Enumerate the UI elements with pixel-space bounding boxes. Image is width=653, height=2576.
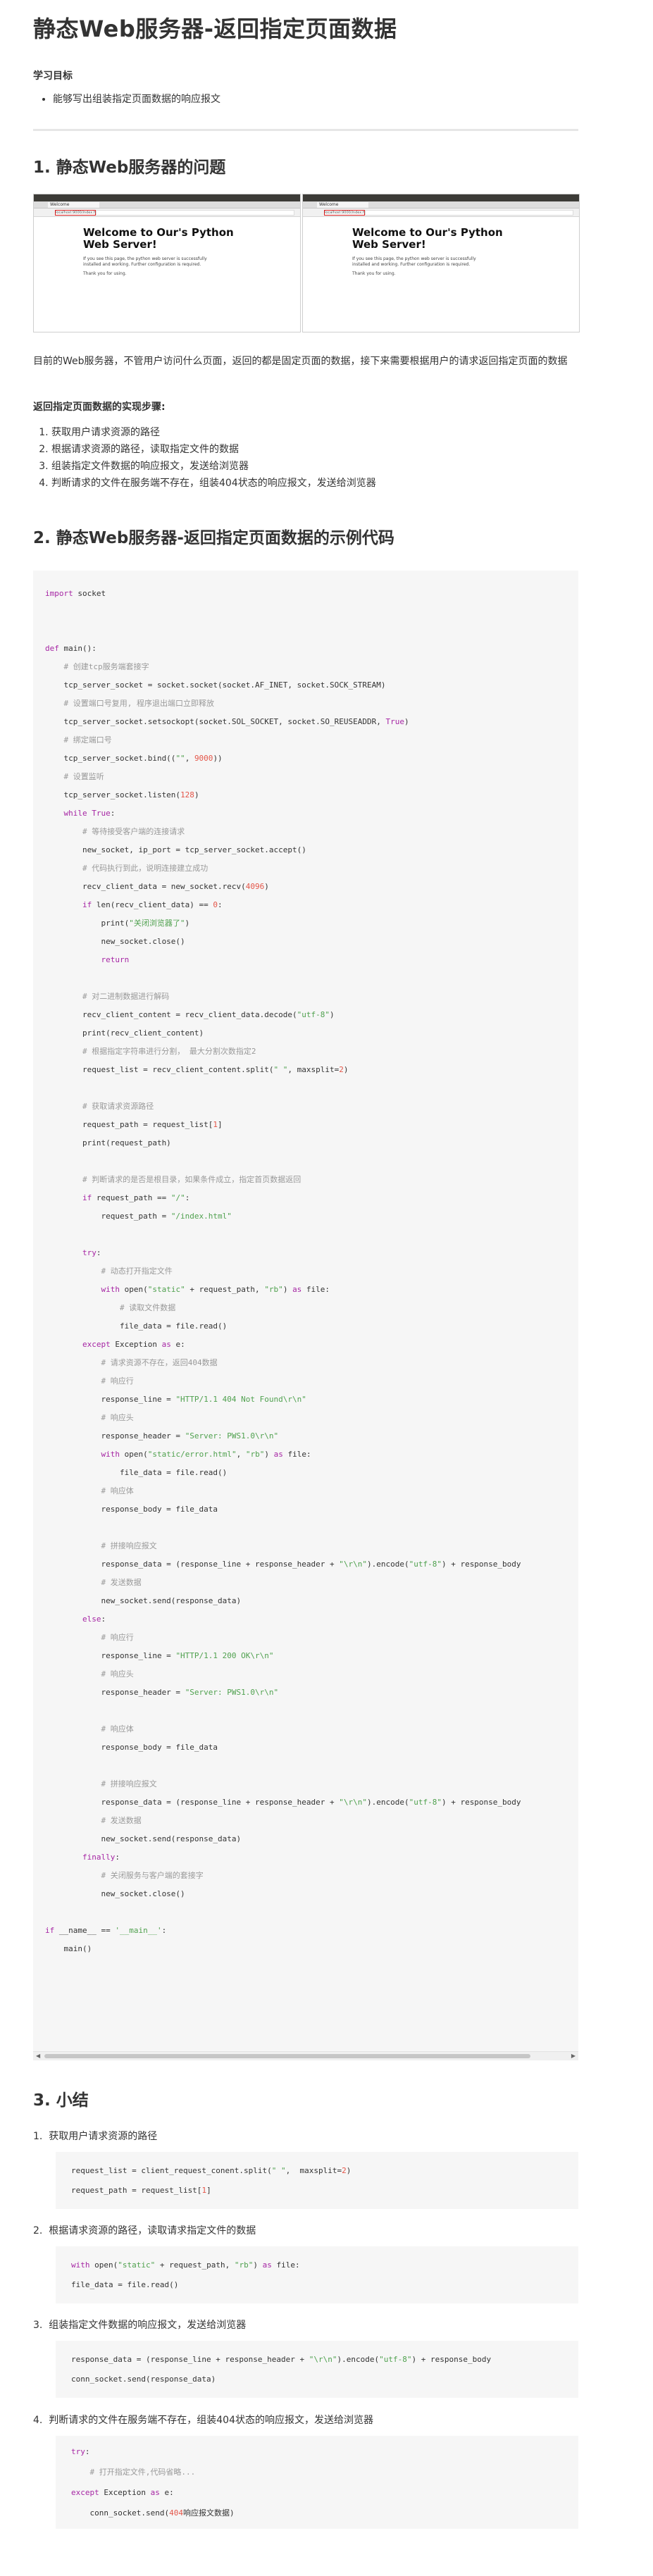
- objectives-heading: 学习目标: [33, 70, 73, 82]
- code-block: with open("static" + request_path, "rb")…: [56, 2246, 578, 2303]
- browser-screenshot: Welcome localhost:9000/index.html Welcom…: [33, 194, 301, 332]
- welcome-thanks: Thank you for using.: [83, 271, 127, 276]
- code-block: request_list = client_request_conent.spl…: [56, 2152, 578, 2209]
- objectives-list: 能够写出组装指定页面数据的响应报文: [33, 92, 220, 106]
- section-heading: 1. 静态Web服务器的问题: [33, 158, 226, 177]
- list-item: 组装指定文件数据的响应报文，发送给浏览器: [51, 458, 597, 475]
- divider: [33, 129, 578, 131]
- summary-item-label: 根据请求资源的路径，读取请求指定文件的数据: [49, 2225, 256, 2236]
- code-text: response_data = (response_line + respons…: [71, 2355, 492, 2384]
- section-heading: 2. 静态Web服务器-返回指定页面数据的示例代码: [33, 529, 394, 547]
- summary-item-label: 获取用户请求资源的路径: [49, 2131, 158, 2142]
- code-text: try: # 打开指定文件,代码省略... except Exception a…: [71, 2447, 235, 2518]
- welcome-title: Welcome to Our's Python Web Server!: [83, 226, 234, 251]
- code-text: request_list = client_request_conent.spl…: [71, 2166, 352, 2195]
- code-block: try: # 打开指定文件,代码省略... except Exception a…: [56, 2436, 578, 2529]
- page: 静态Web服务器-返回指定页面数据 学习目标 能够写出组装指定页面数据的响应报文…: [0, 0, 653, 2576]
- summary-item-label: 组装指定文件数据的响应报文，发送给浏览器: [49, 2320, 247, 2331]
- welcome-text: If you see this page, the python web ser…: [83, 256, 207, 267]
- list-item: 判断请求的文件在服务端不存在，组装404状态的响应报文，发送给浏览器: [51, 475, 597, 492]
- browser-tab-label: Welcome: [317, 202, 368, 208]
- code-text: with open("static" + request_path, "rb")…: [71, 2260, 300, 2289]
- page-title: 静态Web服务器-返回指定页面数据: [33, 15, 397, 42]
- code-block: response_data = (response_line + respons…: [56, 2341, 578, 2398]
- summary-item: 4. 判断请求的文件在服务端不存在，组装404状态的响应报文，发送给浏览器: [33, 2415, 373, 2426]
- scrollbar-thumb[interactable]: [44, 2054, 530, 2058]
- list-item: 根据请求资源的路径，读取指定文件的数据: [51, 441, 597, 458]
- paragraph: 目前的Web服务器，不管用户访问什么页面，返回的都是固定页面的数据，接下来需要根…: [33, 356, 568, 367]
- code-block[interactable]: import socket def main(): # 创建tcp服务端套接字 …: [33, 571, 578, 2060]
- steps-label: 返回指定页面数据的实现步骤:: [33, 402, 166, 413]
- browser-url: localhost:9000/index.html: [324, 210, 371, 216]
- list-item: 能够写出组装指定页面数据的响应报文: [53, 92, 220, 106]
- scroll-left-icon[interactable]: ◀: [36, 2052, 40, 2060]
- browser-url: localhost:9000/index.html: [55, 210, 102, 216]
- welcome-text: If you see this page, the python web ser…: [352, 256, 476, 267]
- welcome-thanks: Thank you for using.: [352, 271, 396, 276]
- section-heading: 3. 小结: [33, 2091, 89, 2110]
- list-item: 获取用户请求资源的路径: [51, 424, 597, 441]
- scroll-right-icon[interactable]: ▶: [571, 2052, 576, 2060]
- summary-item: 2. 根据请求资源的路径，读取请求指定文件的数据: [33, 2225, 256, 2236]
- summary-item: 3. 组装指定文件数据的响应报文，发送给浏览器: [33, 2320, 247, 2331]
- browser-screenshot: Welcome localhost:9000/index.html Welcom…: [302, 194, 580, 332]
- code-text: import socket def main(): # 创建tcp服务端套接字 …: [45, 589, 521, 1953]
- summary-item: 1. 获取用户请求资源的路径: [33, 2131, 158, 2142]
- welcome-title: Welcome to Our's Python Web Server!: [352, 226, 503, 251]
- browser-tab-label: Welcome: [48, 202, 99, 208]
- summary-item-label: 判断请求的文件在服务端不存在，组装404状态的响应报文，发送给浏览器: [49, 2415, 373, 2426]
- steps-list: 获取用户请求资源的路径 根据请求资源的路径，读取指定文件的数据 组装指定文件数据…: [33, 424, 597, 492]
- horizontal-scrollbar[interactable]: ◀ ▶: [33, 2051, 578, 2060]
